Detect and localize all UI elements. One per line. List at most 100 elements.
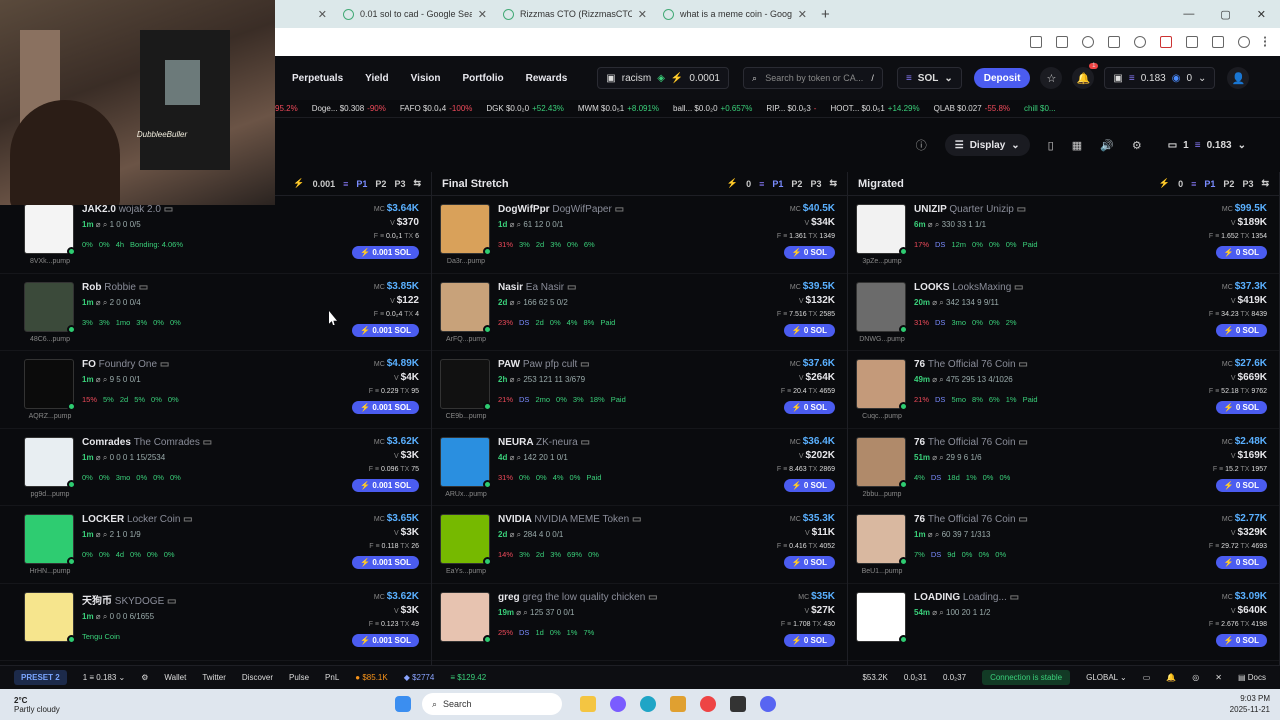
- quick-buy-button[interactable]: ⚡ 0 SOL: [1215, 633, 1267, 647]
- close-tab-icon[interactable]: ✕: [318, 8, 327, 21]
- bookmark-star-icon[interactable]: [1082, 36, 1094, 48]
- token-address[interactable]: AQRZ...pump: [25, 413, 75, 420]
- ticker-item[interactable]: QLAB $0.027 -55.8%: [934, 104, 1010, 113]
- token-image[interactable]: HrHN...pump: [24, 514, 76, 575]
- status-link-pulse[interactable]: Pulse: [289, 673, 309, 682]
- deposit-button[interactable]: Deposit: [973, 68, 1031, 88]
- token-image[interactable]: 2bbu...pump: [856, 436, 908, 498]
- nav-perpetuals[interactable]: Perpetuals: [292, 73, 343, 84]
- quick-buy-button[interactable]: ⚡ 0.001 SOL: [352, 478, 419, 492]
- x-icon[interactable]: ✕: [1215, 673, 1222, 682]
- token-card[interactable]: 48C6...pump Rob Robbie ▭ 1m ⌀ ⌕ 2 0 0 0/…: [0, 274, 431, 351]
- token-address[interactable]: Da3r...pump: [441, 258, 491, 265]
- nav-rewards[interactable]: Rewards: [526, 73, 568, 84]
- token-image[interactable]: DNWG...pump: [856, 281, 908, 343]
- preset-p1[interactable]: P1: [356, 179, 367, 189]
- browser-menu-icon[interactable]: [1264, 36, 1268, 48]
- new-tab-button[interactable]: +: [821, 6, 830, 23]
- quick-buy-button[interactable]: ⚡ 0 SOL: [1215, 323, 1267, 337]
- ticker-item[interactable]: Doge... $0.308 -90%: [312, 104, 386, 113]
- token-image[interactable]: [856, 591, 908, 644]
- quick-buy-button[interactable]: ⚡ 0 SOL: [1215, 478, 1267, 492]
- token-card[interactable]: Da3r...pump DogWifPpr DogWifPaper ▭ 1d ⌀…: [432, 196, 847, 274]
- copy-icon[interactable]: ▭: [632, 514, 641, 525]
- filter-icon[interactable]: ⇆: [1261, 178, 1269, 189]
- wallet-count[interactable]: 1 ≡ 0.183 ⌄: [83, 673, 126, 682]
- browser-tab[interactable]: 0.01 sol to cad - Google Search✕: [335, 3, 495, 25]
- file-explorer-icon[interactable]: [580, 696, 596, 712]
- token-address[interactable]: 8VXk...pump: [25, 258, 75, 265]
- system-clock[interactable]: 9:03 PM 2025-11-21: [1230, 693, 1270, 715]
- quick-buy-button[interactable]: ⚡ 0.001 SOL: [352, 323, 419, 337]
- copilot-icon[interactable]: [610, 696, 626, 712]
- token-card[interactable]: AQRZ...pump FO Foundry One ▭ 1m ⌀ ⌕ 9 5 …: [0, 351, 431, 429]
- account-icon[interactable]: 👤: [1227, 67, 1250, 89]
- copy-icon[interactable]: ▭: [615, 204, 624, 215]
- windows-start-icon[interactable]: [395, 696, 411, 712]
- ticker-item[interactable]: chill $0...: [1024, 104, 1056, 113]
- copy-icon[interactable]: ▭: [164, 204, 173, 215]
- preset-p3[interactable]: P3: [810, 179, 821, 189]
- token-card[interactable]: ArFQ...pump Nasir Ea Nasir ▭ 2d ⌀ ⌕ 166 …: [432, 274, 847, 351]
- sound-icon[interactable]: 🔊: [1100, 139, 1114, 152]
- copy-icon[interactable]: ▭: [1014, 282, 1023, 293]
- extensions-puzzle-icon[interactable]: [1186, 36, 1198, 48]
- token-card[interactable]: BeU1...pump 76 The Official 76 Coin ▭ 1m…: [848, 506, 1279, 584]
- token-image[interactable]: 48C6...pump: [24, 281, 76, 343]
- preset-p2[interactable]: P2: [375, 179, 386, 189]
- minimize-icon[interactable]: —: [1183, 8, 1194, 21]
- token-card[interactable]: 2bbu...pump 76 The Official 76 Coin ▭ 51…: [848, 429, 1279, 506]
- settings-icon[interactable]: ⚙: [1132, 139, 1142, 152]
- token-card[interactable]: HrHN...pump LOCKER Locker Coin ▭ 1m ⌀ ⌕ …: [0, 506, 431, 584]
- status-link-pnl[interactable]: PnL: [325, 673, 339, 682]
- token-card[interactable]: EaYs...pump NVIDIA NVIDIA MEME Token ▭ 2…: [432, 506, 847, 584]
- close-window-icon[interactable]: ✕: [1257, 8, 1266, 21]
- token-image[interactable]: 8VXk...pump: [24, 204, 76, 265]
- media-icon[interactable]: [1212, 36, 1224, 48]
- region-selector[interactable]: GLOBAL ⌄: [1086, 673, 1127, 682]
- copy-icon[interactable]: ▭: [1010, 592, 1019, 603]
- quick-buy-button[interactable]: ⚡ 0 SOL: [783, 478, 835, 492]
- copy-icon[interactable]: ▭: [567, 282, 576, 293]
- quick-buy-button[interactable]: ⚡ 0 SOL: [783, 556, 835, 569]
- token-name[interactable]: Rob Robbie ▭: [82, 282, 423, 293]
- token-image[interactable]: EaYs...pump: [440, 514, 492, 575]
- token-address[interactable]: CE9b...pump: [441, 413, 491, 420]
- token-address[interactable]: ArFQ...pump: [441, 336, 491, 343]
- token-address[interactable]: BeU1...pump: [857, 568, 907, 575]
- quick-buy-button[interactable]: ⚡ 0 SOL: [783, 401, 835, 414]
- copy-icon[interactable]: ▭: [580, 437, 589, 448]
- chrome-icon[interactable]: [700, 696, 716, 712]
- extension-icon[interactable]: [1134, 36, 1146, 48]
- token-name[interactable]: JAK2.0 wojak 2.0 ▭: [82, 204, 423, 215]
- close-tab-icon[interactable]: ✕: [478, 8, 487, 21]
- preset-p1[interactable]: P1: [772, 179, 783, 189]
- preset-p3[interactable]: P3: [394, 179, 405, 189]
- install-icon[interactable]: [1030, 36, 1042, 48]
- help-icon[interactable]: ⓘ: [916, 137, 927, 153]
- quick-buy-button[interactable]: ⚡ 0 SOL: [783, 323, 835, 337]
- status-link-wallet[interactable]: Wallet: [164, 673, 186, 682]
- token-card[interactable]: pg9d...pump Comrades The Comrades ▭ 1m ⌀…: [0, 429, 431, 506]
- edge-icon[interactable]: [640, 696, 656, 712]
- token-address[interactable]: EaYs...pump: [441, 568, 491, 575]
- settings-icon[interactable]: ⚙: [141, 673, 148, 682]
- quick-buy-button[interactable]: ⚡ 0 SOL: [783, 246, 835, 259]
- profile-avatar-icon[interactable]: [1238, 36, 1250, 48]
- token-address[interactable]: Cuqc...pump: [857, 413, 907, 420]
- token-image[interactable]: [24, 591, 76, 644]
- token-image[interactable]: 3pZe...pump: [856, 204, 908, 265]
- quick-buy-button[interactable]: ⚡ 0.001 SOL: [352, 246, 419, 259]
- quick-buy-button[interactable]: ⚡ 0 SOL: [1215, 246, 1267, 259]
- token-image[interactable]: AQRZ...pump: [24, 359, 76, 420]
- copy-icon[interactable]: ▭: [1017, 204, 1026, 215]
- copy-icon[interactable]: ▭: [167, 596, 176, 607]
- copy-icon[interactable]: ▭: [183, 514, 192, 525]
- token-image[interactable]: BeU1...pump: [856, 514, 908, 575]
- ticker-item[interactable]: 95.2%: [275, 104, 298, 113]
- bell-icon[interactable]: 🔔: [1166, 673, 1176, 682]
- status-link-discover[interactable]: Discover: [242, 673, 273, 682]
- filter-icon[interactable]: ⇆: [829, 178, 837, 189]
- weather-widget[interactable]: 2°C Partly cloudy: [14, 696, 134, 714]
- preset-p2[interactable]: P2: [1223, 179, 1234, 189]
